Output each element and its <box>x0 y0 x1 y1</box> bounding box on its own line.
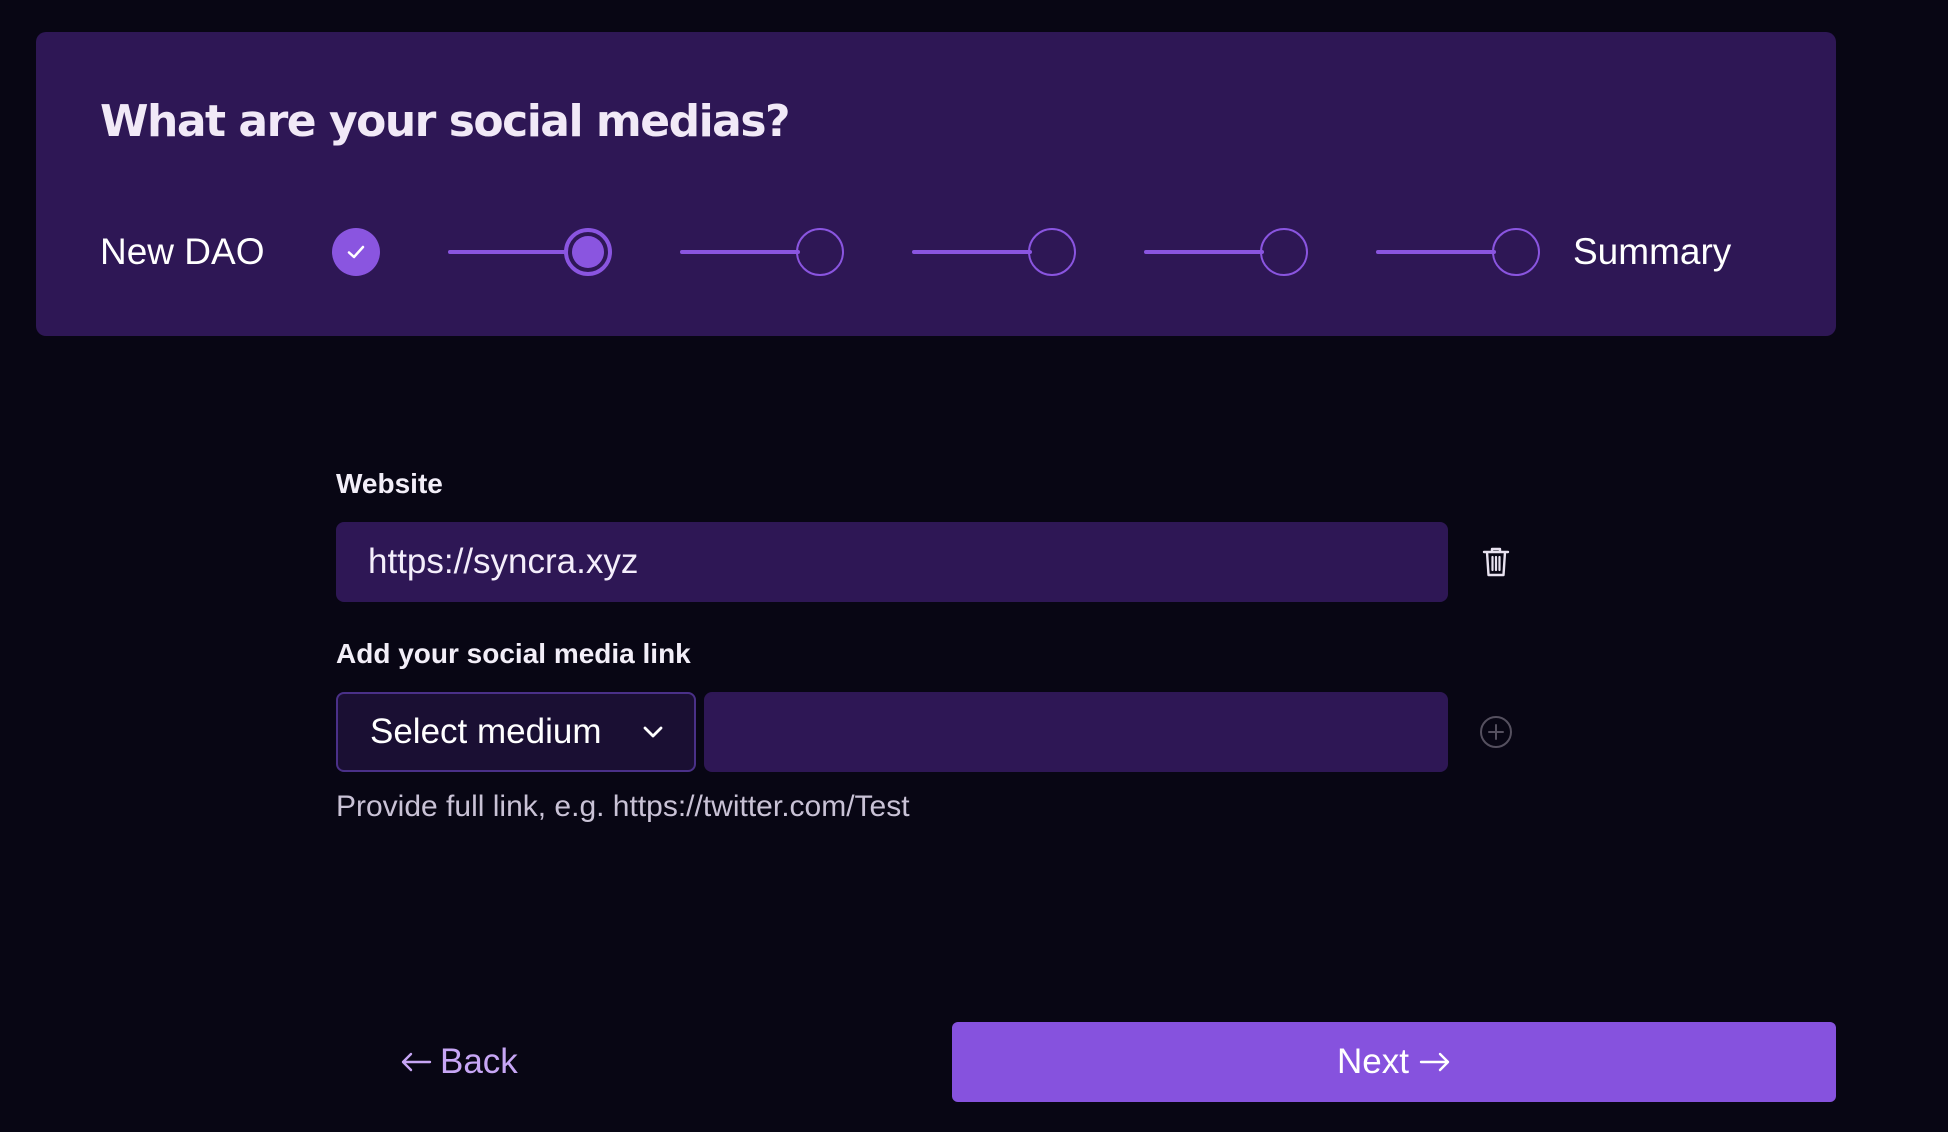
add-social-link-button[interactable] <box>1472 708 1520 756</box>
current-step-dot <box>572 236 604 268</box>
step-2-current[interactable] <box>564 228 612 276</box>
arrow-right-icon <box>1419 1052 1450 1072</box>
medium-select[interactable]: Select medium <box>336 692 696 772</box>
step-3[interactable] <box>796 228 844 276</box>
progress-stepper: New DAO Summary <box>100 220 1800 284</box>
step-connector <box>1144 250 1264 254</box>
step-5[interactable] <box>1260 228 1308 276</box>
plus-circle-icon <box>1480 716 1512 748</box>
social-link-input[interactable] <box>704 692 1448 772</box>
step-4[interactable] <box>1028 228 1076 276</box>
page: What are your social medias? New DAO Sum… <box>0 0 1948 1132</box>
step-connector <box>448 250 568 254</box>
social-link-helper-text: Provide full link, e.g. https://twitter.… <box>336 790 910 823</box>
page-title: What are your social medias? <box>100 96 791 147</box>
step-connector <box>912 250 1032 254</box>
trash-icon <box>1482 547 1510 577</box>
back-button[interactable]: Back <box>400 1022 560 1102</box>
next-button[interactable]: Next <box>952 1022 1836 1102</box>
chevron-down-icon <box>643 726 663 738</box>
step-6[interactable] <box>1492 228 1540 276</box>
social-media-label: Add your social media link <box>336 638 691 669</box>
check-icon <box>347 245 365 259</box>
arrow-left-icon <box>401 1052 432 1072</box>
step-connector <box>1376 250 1496 254</box>
step-connector <box>680 250 800 254</box>
stepper-end-label: Summary <box>1573 231 1732 272</box>
header-card: What are your social medias? New DAO Sum… <box>36 32 1836 336</box>
stepper-start-label: New DAO <box>100 231 265 272</box>
back-button-label: Back <box>440 1042 518 1081</box>
delete-website-button[interactable] <box>1472 538 1520 586</box>
next-button-label: Next <box>1337 1042 1409 1081</box>
medium-select-value: Select medium <box>370 712 602 751</box>
website-input[interactable] <box>336 522 1448 602</box>
step-1-completed[interactable] <box>332 228 380 276</box>
website-label: Website <box>336 468 443 499</box>
